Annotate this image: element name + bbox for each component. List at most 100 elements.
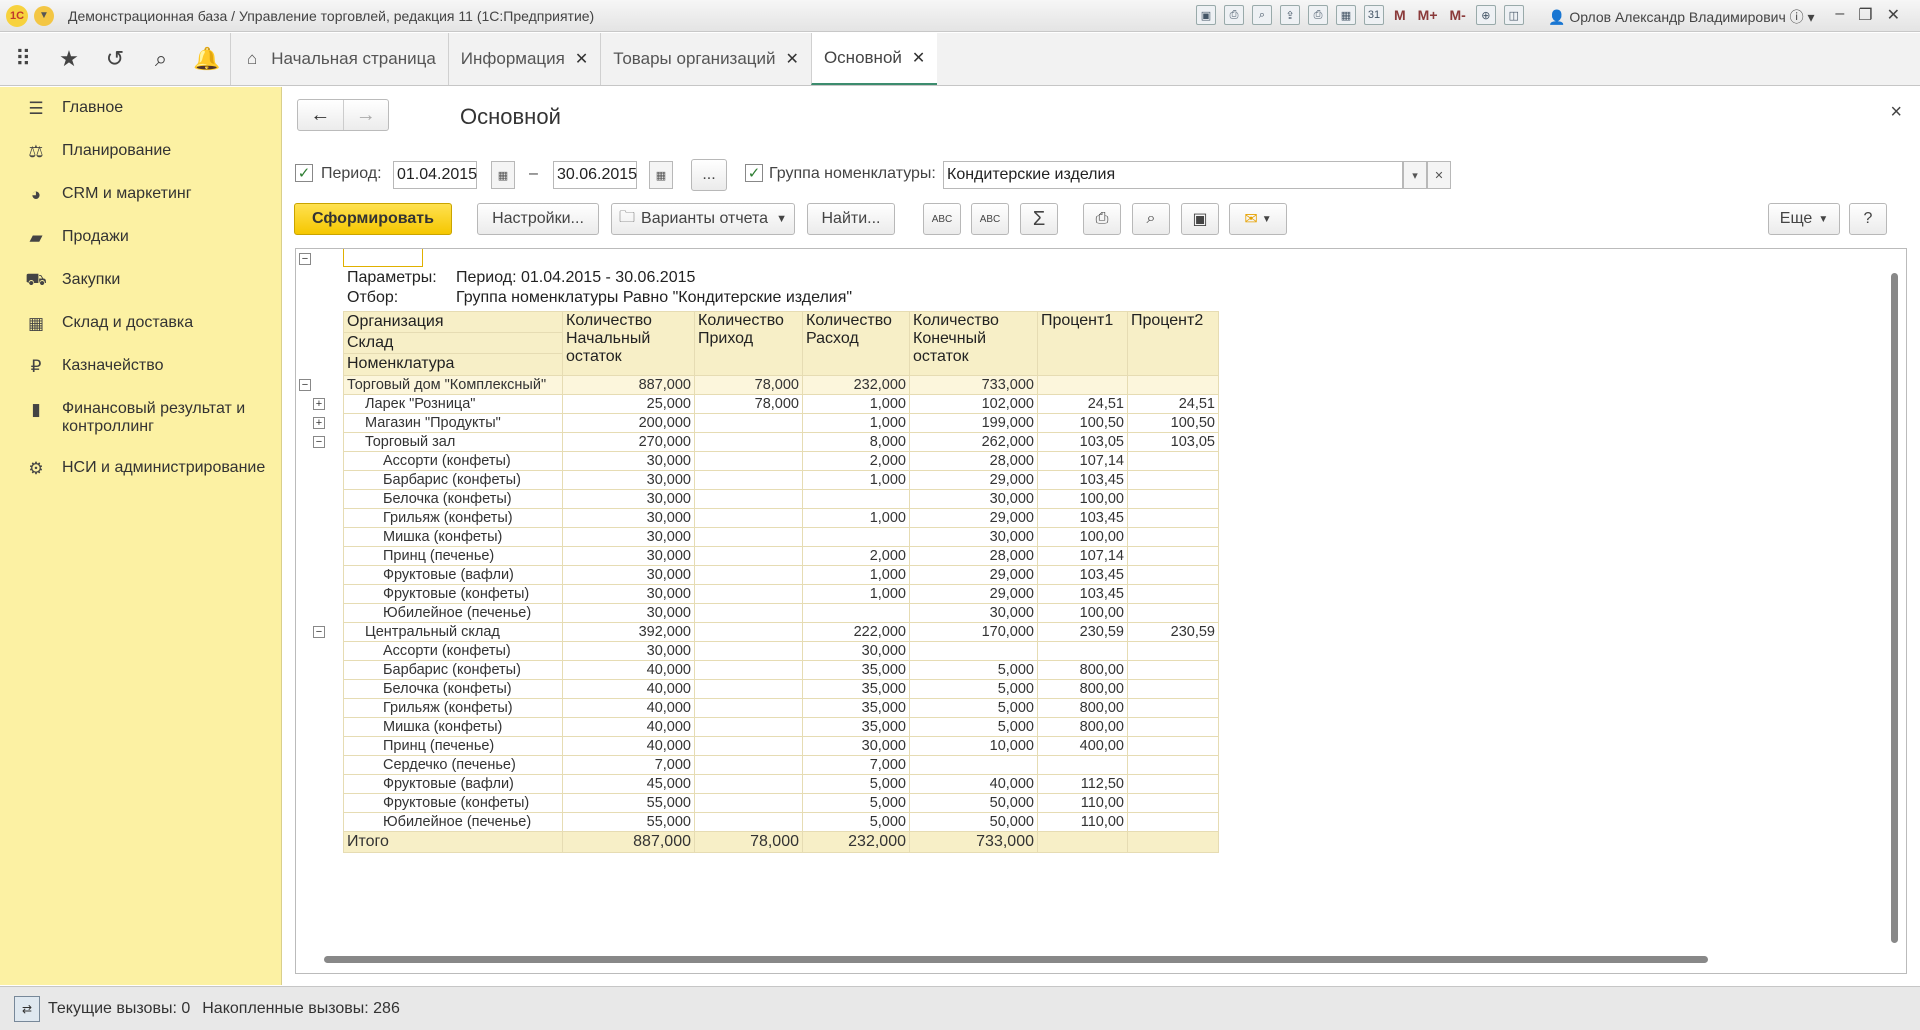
table-row[interactable]: Центральный склад 392,000 222,000 170,000 23… [343, 622, 1219, 642]
table-row[interactable]: Торговый дом "Комплексный" 887,000 78,000 2… [343, 375, 1219, 395]
tab-main[interactable]: Основной ✕ [810, 33, 938, 85]
table-row[interactable]: Фруктовые (конфеты) 30,000 1,000 29,000 103,… [343, 584, 1219, 604]
current-user[interactable]: 👤 Орлов Александр Владимирович ⓘ ▾ [1548, 7, 1815, 27]
table-row[interactable]: Юбилейное (печенье) 55,000 5,000 50,000 110,… [343, 812, 1219, 832]
table-row[interactable]: Ассорти (конфеты) 30,000 2,000 28,000 107,14 [343, 451, 1219, 471]
find-button[interactable]: Найти... [807, 203, 895, 235]
tab-home[interactable]: ⌂ Начальная страница [230, 33, 448, 85]
group-field[interactable]: Кондитерские изделия [943, 161, 1403, 189]
close-tab-icon[interactable]: ✕ [786, 49, 799, 69]
collapse-row-icon[interactable]: − [313, 626, 325, 638]
save-icon[interactable]: ▣ [1196, 5, 1216, 25]
sidebar-item-sales[interactable]: ▰ Продажи [0, 228, 282, 248]
table-row[interactable]: Грильяж (конфеты) 40,000 35,000 5,000 800,00 [343, 698, 1219, 718]
history-icon[interactable]: ↺ [92, 33, 138, 85]
sidebar-item-crm[interactable]: ◕ CRM и маркетинг [0, 185, 282, 205]
more-button[interactable]: Еще ▼ [1768, 203, 1840, 235]
main-menu-dropdown-icon[interactable]: ▼ [34, 5, 54, 26]
memory-minus-button[interactable]: M- [1448, 5, 1468, 25]
back-arrow-icon[interactable]: ← [298, 100, 343, 130]
memory-plus-button[interactable]: M+ [1416, 5, 1440, 25]
sum-icon[interactable]: Σ [1020, 203, 1058, 235]
expand-row-icon[interactable]: + [313, 398, 325, 410]
print-icon[interactable]: ⎙ [1224, 5, 1244, 25]
generate-button[interactable]: Сформировать [294, 203, 452, 235]
table-row[interactable]: Барбарис (конфеты) 40,000 35,000 5,000 800,0… [343, 660, 1219, 680]
horizontal-scrollbar[interactable] [324, 956, 1708, 963]
mail-icon[interactable]: ✉ ▼ [1229, 203, 1287, 235]
print-button-icon[interactable]: ⎙ [1083, 203, 1121, 235]
table-row[interactable]: Сердечко (печенье) 7,000 7,000 [343, 755, 1219, 775]
sidebar-item-main[interactable]: ☰ Главное [0, 99, 282, 119]
sidebar-item-admin[interactable]: ⚙ НСИ и администрирование [0, 459, 282, 479]
minimize-icon[interactable]: – [1835, 5, 1844, 25]
app-logo[interactable]: 1C [6, 4, 28, 27]
panel-icon[interactable]: ◫ [1503, 5, 1524, 25]
sidebar-item-treasury[interactable]: ₽ Казначейство [0, 357, 282, 377]
close-window-icon[interactable]: ✕ [1887, 5, 1900, 25]
upload-icon[interactable]: ⇪ [1280, 5, 1300, 25]
sidebar-item-finance[interactable]: ▮ Финансовый результат и контроллинг [0, 400, 282, 436]
expand-row-icon[interactable]: + [313, 417, 325, 429]
spelling-check-icon[interactable]: ABC [971, 203, 1009, 235]
table-row[interactable]: Торговый зал 270,000 8,000 262,000 103,05 103… [343, 432, 1219, 452]
preview-button-icon[interactable]: ⌕ [1132, 203, 1170, 235]
search-icon[interactable]: ⌕ [138, 33, 184, 85]
table-row[interactable]: Белочка (конфеты) 30,000 30,000 100,00 [343, 489, 1219, 509]
table-row[interactable]: Принц (печенье) 40,000 30,000 10,000 400,00 [343, 736, 1219, 756]
server-calls-icon[interactable]: ⇄ [14, 995, 40, 1022]
spelling-icon[interactable]: ABC [923, 203, 961, 235]
sidebar-item-purchases[interactable]: ⛟ Закупки [0, 270, 282, 291]
preview-icon[interactable]: ⌕ [1252, 5, 1272, 25]
table-row[interactable]: Ассорти (конфеты) 30,000 30,000 [343, 641, 1219, 661]
tab-products[interactable]: Товары организаций ✕ [600, 33, 811, 85]
table-row[interactable]: Грильяж (конфеты) 30,000 1,000 29,000 103,45 [343, 508, 1219, 528]
calendar-icon[interactable]: 31 [1364, 5, 1384, 25]
close-icon[interactable]: × [1890, 101, 1902, 124]
save-button-icon[interactable]: ▣ [1181, 203, 1219, 235]
close-tab-icon[interactable]: ✕ [575, 49, 588, 69]
table-row[interactable]: Белочка (конфеты) 40,000 35,000 5,000 800,00 [343, 679, 1219, 699]
group-checkbox[interactable]: ✓ [745, 164, 763, 182]
period-checkbox[interactable]: ✓ [295, 164, 313, 182]
memory-button[interactable]: M [1392, 5, 1408, 25]
sidebar-item-planning[interactable]: ⚖ Планирование [0, 142, 282, 162]
settings-button[interactable]: Настройки... [477, 203, 599, 235]
calendar-from-icon[interactable]: ▦ [491, 161, 515, 189]
table-row[interactable]: Барбарис (конфеты) 30,000 1,000 29,000 103,4… [343, 470, 1219, 490]
sidebar-item-warehouse[interactable]: ▦ Склад и доставка [0, 314, 282, 334]
collapse-params-icon[interactable]: − [299, 253, 311, 265]
dropdown-icon[interactable]: ▾ [1403, 161, 1427, 189]
report-spreadsheet[interactable]: − Параметры: Период: 01.04.2015 - 30.06.… [295, 248, 1907, 974]
table-row[interactable]: Магазин "Продукты" 200,000 1,000 199,000 100… [343, 413, 1219, 433]
zoom-icon[interactable]: ⊕ [1475, 5, 1496, 25]
clear-icon[interactable]: ✕ [1427, 161, 1451, 189]
calendar-to-icon[interactable]: ▦ [649, 161, 673, 189]
table-row[interactable]: Ларек "Розница" 25,000 78,000 1,000 102,000 2… [343, 394, 1219, 414]
collapse-row-icon[interactable]: − [313, 436, 325, 448]
notifications-icon[interactable]: 🔔 [184, 33, 230, 85]
favorites-icon[interactable]: ★ [46, 33, 92, 85]
collapse-row-icon[interactable]: − [299, 379, 311, 391]
tab-information[interactable]: Информация ✕ [447, 33, 601, 85]
date-to-field[interactable]: 30.06.2015 [553, 161, 637, 189]
row-value: 107,14 [1037, 451, 1128, 471]
report-variants-button[interactable]: 🗀 Варианты отчета ▼ [611, 203, 795, 235]
table-row[interactable]: Принц (печенье) 30,000 2,000 28,000 107,14 [343, 546, 1219, 566]
table-row[interactable]: Мишка (конфеты) 40,000 35,000 5,000 800,00 [343, 717, 1219, 737]
help-button[interactable]: ? [1849, 203, 1887, 235]
table-row[interactable]: Фруктовые (конфеты) 55,000 5,000 50,000 110,… [343, 793, 1219, 813]
table-row[interactable]: Мишка (конфеты) 30,000 30,000 100,00 [343, 527, 1219, 547]
apps-grid-icon[interactable]: ⠿ [0, 33, 46, 85]
forward-arrow-icon[interactable]: → [342, 100, 389, 130]
date-from-field[interactable]: 01.04.2015 [393, 161, 477, 189]
calculator-icon[interactable]: ▦ [1336, 5, 1356, 25]
vertical-scrollbar[interactable] [1891, 273, 1898, 943]
table-row[interactable]: Юбилейное (печенье) 30,000 30,000 100,00 [343, 603, 1219, 623]
close-tab-icon[interactable]: ✕ [912, 48, 925, 68]
table-row[interactable]: Фруктовые (вафли) 30,000 1,000 29,000 103,45 [343, 565, 1219, 585]
table-row[interactable]: Фруктовые (вафли) 45,000 5,000 40,000 112,50 [343, 774, 1219, 794]
restore-icon[interactable]: ❐ [1858, 5, 1872, 25]
print-grey-icon[interactable]: ⎙ [1308, 5, 1328, 25]
period-select-button[interactable]: ... [691, 159, 727, 191]
